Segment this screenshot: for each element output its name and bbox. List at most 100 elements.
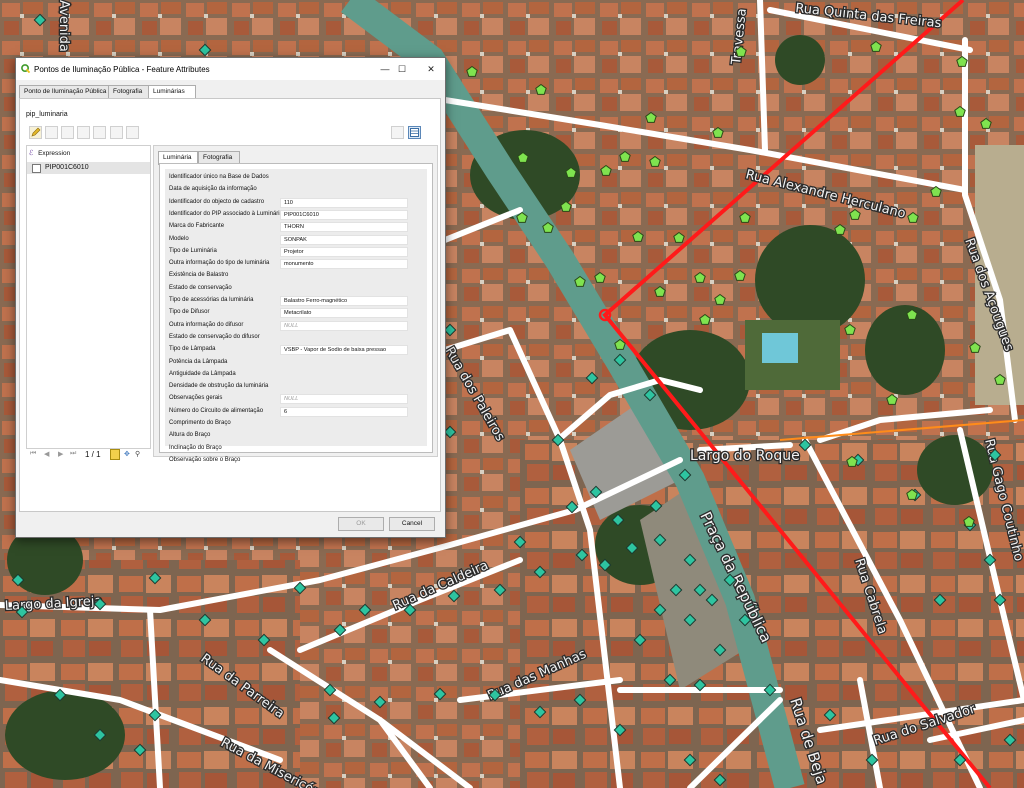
attribute-row: Modelo SONPAK bbox=[169, 234, 425, 245]
attribute-row: Observações gerais NULL bbox=[169, 394, 425, 405]
attribute-form: Identificador único na Base de Dados Data… bbox=[165, 169, 427, 463]
attribute-label: Inclinação do Braço bbox=[169, 444, 222, 451]
link-icon[interactable] bbox=[110, 126, 123, 139]
attribute-value-field[interactable]: 110 bbox=[280, 197, 408, 208]
form-tab-content: Identificador único na Base de Dados Data… bbox=[159, 163, 433, 463]
minimize-button[interactable]: — bbox=[379, 63, 391, 75]
expression-icon: ℰ bbox=[29, 150, 34, 157]
attribute-label: Tipo de Lâmpada bbox=[169, 346, 216, 353]
delete-icon[interactable] bbox=[93, 126, 106, 139]
attribute-value-field[interactable]: THORN bbox=[280, 222, 408, 233]
attribute-row: Estado de conservação do difusor bbox=[169, 333, 425, 342]
unlink-icon[interactable] bbox=[126, 126, 139, 139]
attribute-row: Inclinação do Braço bbox=[169, 444, 425, 453]
first-feature-icon[interactable]: ⏮ bbox=[30, 450, 36, 458]
previous-feature-icon[interactable]: ◀ bbox=[44, 450, 49, 458]
attribute-label: Outra informação do tipo de luminária bbox=[169, 260, 270, 267]
highlight-icon[interactable] bbox=[110, 449, 120, 460]
attribute-value-field[interactable]: monumento bbox=[280, 259, 408, 270]
attribute-row: Data de aquisição da informação bbox=[169, 185, 425, 194]
attribute-value-field[interactable]: VSBP - Vapor de Sodio de baixa pressao bbox=[280, 345, 408, 356]
attribute-label: Observações gerais bbox=[169, 395, 223, 402]
attribute-row: Outra informação do difusor NULL bbox=[169, 320, 425, 331]
qgis-icon bbox=[21, 64, 30, 73]
attribute-row: Marca do Fabricante THORN bbox=[169, 222, 425, 233]
attribute-label: Data de aquisição da informação bbox=[169, 186, 257, 193]
street-label: Avenida bbox=[56, 0, 71, 52]
attribute-label: Densidade de obstrução da luminária bbox=[169, 383, 269, 390]
save-icon[interactable] bbox=[45, 126, 58, 139]
attribute-label: Tipo de acessórias da luminária bbox=[169, 297, 254, 303]
attribute-row: Tipo de acessórias da luminária Balastro … bbox=[169, 296, 425, 306]
attribute-value-field[interactable]: 6 bbox=[280, 406, 408, 417]
attribute-label: Potência da Lâmpada bbox=[169, 358, 228, 365]
attribute-row: Outra informação do tipo de luminária mon… bbox=[169, 259, 425, 270]
street-label: Largo do Roque bbox=[690, 448, 800, 464]
attribute-label: Estado de conservação do difusor bbox=[169, 333, 260, 340]
feature-attributes-dialog: Pontos de Iluminação Pública - Feature A… bbox=[15, 57, 446, 538]
feature-counter: 1 / 1 bbox=[85, 450, 101, 459]
attribute-label: Comprimento do Braço bbox=[169, 420, 231, 426]
attribute-row: Número do Circuito de alimentação 6 bbox=[169, 406, 425, 417]
duplicate-icon[interactable] bbox=[77, 126, 90, 139]
table-view-icon[interactable] bbox=[391, 126, 404, 139]
form-view-icon[interactable] bbox=[408, 126, 421, 139]
attribute-label: Identificador único na Base de Dados bbox=[169, 174, 269, 180]
expression-selector[interactable]: ℰ Expression bbox=[29, 149, 70, 157]
feature-checkbox[interactable] bbox=[32, 164, 41, 173]
pan-to-feature-icon[interactable]: ✥ bbox=[124, 450, 130, 458]
expression-label: Expression bbox=[38, 150, 71, 157]
attribute-value-field[interactable]: Projetor bbox=[280, 246, 408, 257]
attribute-row: Potência da Lâmpada bbox=[169, 358, 425, 367]
attribute-label: Marca do Fabricante bbox=[169, 223, 225, 230]
attribute-label: Modelo bbox=[169, 235, 189, 242]
attribute-row: Altura do Braço bbox=[169, 431, 425, 440]
attribute-row: Tipo de Lâmpada VSBP - Vapor de Sodio de … bbox=[169, 345, 425, 356]
layer-name: pip_luminaria bbox=[26, 111, 68, 118]
attribute-label: Altura do Braço bbox=[169, 432, 211, 439]
attribute-label: Antiguidade da Lâmpada bbox=[169, 370, 236, 377]
attribute-label: Tipo de Difusor bbox=[169, 309, 210, 316]
attribute-row: Tipo de Luminária Projetor bbox=[169, 246, 425, 257]
attribute-label: Outra informação do difusor bbox=[169, 321, 244, 328]
feature-list-item[interactable]: PIP001C6010 bbox=[27, 162, 150, 174]
window-title: Pontos de Iluminação Pública - Feature A… bbox=[34, 65, 210, 74]
attribute-row: Tipo de Difusor Metacrilato bbox=[169, 308, 425, 319]
attribute-label: Estado de conservação bbox=[169, 284, 232, 291]
next-feature-icon[interactable]: ▶ bbox=[58, 450, 63, 458]
last-feature-icon[interactable]: ⏭ bbox=[70, 450, 76, 458]
attribute-row: Densidade de obstrução da luminária bbox=[169, 382, 425, 391]
attribute-value-field[interactable]: SONPAK bbox=[280, 234, 408, 245]
cancel-button[interactable]: Cancel bbox=[389, 517, 435, 531]
tab-ponto-iluminacao[interactable]: Ponto de Iluminação Pública bbox=[19, 85, 109, 98]
ok-button[interactable]: OK bbox=[338, 517, 384, 531]
edit-pencil-icon[interactable] bbox=[29, 126, 42, 139]
tab-fotografia[interactable]: Fotografia bbox=[108, 85, 150, 98]
attribute-value-field[interactable]: Balastro Ferro-magnético bbox=[280, 296, 408, 306]
feature-list-pane: ℰ Expression PIP001C6010 bbox=[26, 145, 151, 449]
tab-luminarias[interactable]: Luminárias bbox=[148, 85, 196, 99]
attribute-label: Observação sobre o Braço bbox=[169, 456, 241, 463]
close-button[interactable]: ✕ bbox=[425, 63, 437, 75]
maximize-button[interactable]: ☐ bbox=[396, 63, 408, 75]
attribute-label: Existência de Balastro bbox=[169, 272, 229, 279]
zoom-to-feature-icon[interactable]: ⚲ bbox=[135, 450, 140, 458]
attribute-row: Observação sobre o Braço bbox=[169, 456, 425, 465]
attribute-row: Existência de Balastro bbox=[169, 271, 425, 280]
title-bar[interactable]: Pontos de Iluminação Pública - Feature A… bbox=[16, 58, 445, 80]
attribute-label: Tipo de Luminária bbox=[169, 247, 217, 254]
attribute-row: Identificador único na Base de Dados bbox=[169, 173, 425, 182]
add-feature-icon[interactable] bbox=[61, 126, 74, 139]
attribute-label: Identificador do PIP associado à Luminár… bbox=[169, 210, 283, 217]
attribute-row: Antiguidade da Lâmpada bbox=[169, 370, 425, 379]
attribute-label: Identificador do objecto de cadastro bbox=[169, 198, 265, 205]
feature-navigation: ⏮ ◀ ▶ ⏭ 1 / 1 ✥ ⚲ bbox=[28, 448, 150, 462]
attribute-value-field[interactable]: Metacrilato bbox=[280, 308, 408, 319]
attribute-row: Comprimento do Braço bbox=[169, 419, 425, 428]
attribute-row: Identificador do objecto de cadastro 110 bbox=[169, 197, 425, 208]
attribute-value-field[interactable]: NULL bbox=[280, 394, 408, 405]
attribute-row: Identificador do PIP associado à Luminár… bbox=[169, 209, 425, 220]
attribute-label: Número do Circuito de alimentação bbox=[169, 407, 264, 414]
attribute-value-field[interactable]: PIP001C6010 bbox=[280, 209, 408, 220]
attribute-value-field[interactable]: NULL bbox=[280, 320, 408, 331]
